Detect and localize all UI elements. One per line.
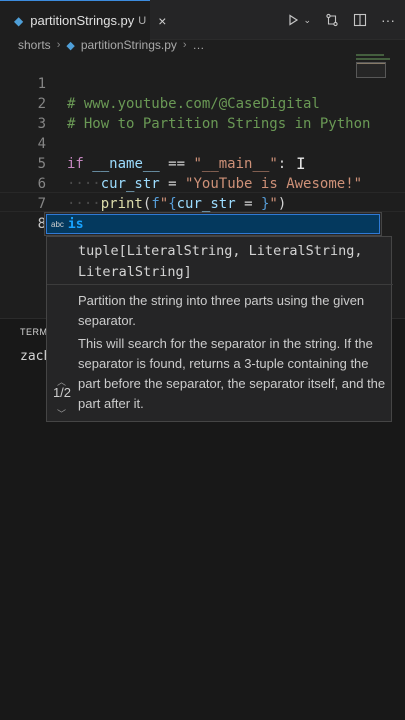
editor-tab-bar: ◆ partitionStrings.py U × ⌄ ···: [0, 0, 405, 40]
close-tab-icon[interactable]: ×: [158, 13, 166, 29]
breadcrumb-file[interactable]: partitionStrings.py: [81, 38, 177, 52]
more-actions-icon[interactable]: ···: [381, 12, 395, 28]
signature-line: LiteralString]: [78, 264, 192, 280]
compare-changes-icon[interactable]: [325, 13, 339, 27]
tab-partitionstrings[interactable]: ◆ partitionStrings.py U ×: [0, 0, 166, 40]
divider: [47, 284, 393, 285]
code-line: 5 ····cur_str = "YouTube is Awesome!": [0, 134, 405, 192]
signature-help-widget: tuple[LiteralString, LiteralString, Lite…: [46, 236, 393, 422]
code-line: 7: [0, 174, 405, 212]
chevron-right-icon: ›: [182, 39, 187, 51]
suggest-widget: abc is: [44, 212, 382, 236]
chevron-down-icon[interactable]: ⌄: [303, 15, 311, 26]
tab-filename: partitionStrings.py: [30, 13, 135, 28]
python-file-icon: ◆: [14, 13, 24, 28]
chevron-right-icon: ›: [56, 39, 61, 51]
overload-counter: 1/2: [52, 385, 72, 400]
signature-return-type: tuple[LiteralString, LiteralString, Lite…: [78, 241, 378, 283]
line-number: 8: [37, 216, 46, 232]
mouse-ibeam-cursor: 𝙸: [296, 154, 306, 173]
breadcrumb-folder[interactable]: shorts: [18, 38, 51, 52]
chevron-down-icon[interactable]: ﹀: [57, 407, 66, 420]
breadcrumb-symbols[interactable]: …: [193, 38, 205, 52]
split-editor-icon[interactable]: [353, 13, 367, 27]
text-suggestion-icon: abc: [51, 219, 64, 229]
suggest-item-is[interactable]: abc is: [46, 214, 380, 234]
code-line: 3: [0, 94, 405, 132]
breadcrumb: shorts › ◆ partitionStrings.py › …: [0, 36, 405, 54]
signature-line: tuple[LiteralString, LiteralString,: [78, 243, 363, 259]
code-line: 2 # How to Partition Strings in Python: [0, 74, 405, 132]
doc-description: This will search for the separator in th…: [78, 336, 386, 411]
doc-summary: Partition the string into three parts us…: [78, 293, 365, 328]
code-line: 6 ····print(f"{cur_str = }"): [0, 154, 405, 212]
play-icon[interactable]: [287, 14, 299, 26]
code-line: 1 # www.youtube.com/@CaseDigital: [0, 54, 405, 112]
python-file-icon: ◆: [66, 39, 75, 52]
modified-badge: U: [138, 14, 147, 27]
suggest-item-label: is: [67, 216, 84, 232]
editor-actions: ⌄ ···: [287, 0, 395, 40]
code-line: 4 if __name__ == "__main__":: [0, 114, 405, 172]
code-line-active: 8 ····info = cur_str.partition("is"): [0, 194, 405, 253]
